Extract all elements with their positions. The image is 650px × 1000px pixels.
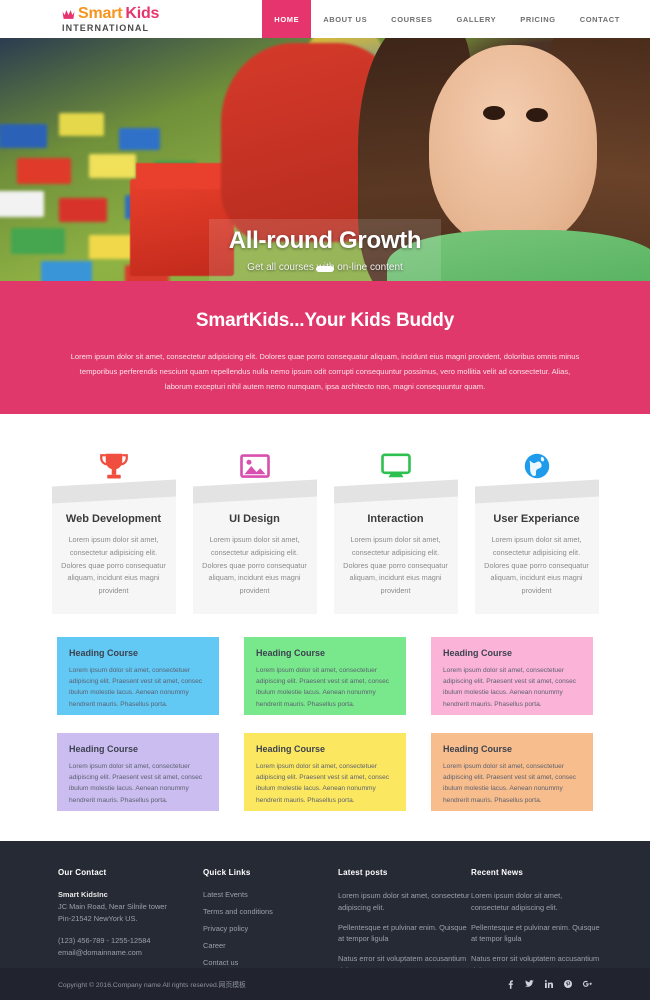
- footer-heading-contact: Our Contact: [58, 867, 107, 877]
- nav-item-contact[interactable]: CONTACT: [568, 0, 632, 38]
- banner-text: Lorem ipsum dolor sit amet, consectetur …: [70, 352, 580, 391]
- footer-heading-quick-links: Quick Links: [203, 867, 251, 877]
- girl-face: [429, 45, 597, 247]
- service-card-interaction[interactable]: Interaction Lorem ipsum dolor sit amet, …: [333, 441, 458, 614]
- course-text: Lorem ipsum dolor sit amet, consectetuer…: [69, 666, 203, 708]
- girl-eye-right: [526, 107, 549, 122]
- logo-text-smart: Smart: [78, 4, 123, 22]
- site-footer: Our Contact Smart KidsInc JC Main Road, …: [0, 840, 650, 1000]
- course-card[interactable]: Heading Course Lorem ipsum dolor sit ame…: [57, 732, 219, 811]
- footer-link-latest-events[interactable]: Latest Events: [203, 890, 338, 899]
- service-card-body: Interaction Lorem ipsum dolor sit amet, …: [333, 479, 458, 614]
- page-root: Smart Kids INTERNATIONAL HOME ABOUT US C…: [0, 0, 650, 1000]
- course-text: Lorem ipsum dolor sit amet, consectetuer…: [256, 666, 390, 708]
- service-card-web-development[interactable]: Web Development Lorem ipsum dolor sit am…: [51, 441, 176, 614]
- intro-banner: SmartKids...Your Kids Buddy Lorem ipsum …: [0, 281, 650, 414]
- course-text: Lorem ipsum dolor sit amet, consectetuer…: [256, 762, 390, 804]
- footer-email[interactable]: email@domainname.com: [58, 947, 203, 959]
- social-links: [507, 979, 592, 989]
- service-card-ui-design[interactable]: UI Design Lorem ipsum dolor sit amet, co…: [192, 441, 317, 614]
- footer-phone: (123) 456-789 - 1255-12584: [58, 936, 151, 946]
- nav-item-pricing[interactable]: PRICING: [508, 0, 567, 38]
- footer-heading-latest-posts: Latest posts: [338, 867, 388, 877]
- footer-link-contact-us[interactable]: Contact us: [203, 958, 338, 967]
- course-text: Lorem ipsum dolor sit amet, consectetuer…: [443, 762, 577, 804]
- footer-link-privacy-policy[interactable]: Privacy policy: [203, 924, 338, 933]
- course-card[interactable]: Heading Course Lorem ipsum dolor sit ame…: [431, 636, 593, 715]
- course-title: Heading Course: [443, 647, 513, 658]
- googleplus-icon[interactable]: [583, 980, 592, 988]
- course-card[interactable]: Heading Course Lorem ipsum dolor sit ame…: [244, 636, 406, 715]
- footer-link-career[interactable]: Career: [203, 941, 338, 950]
- footer-news-item[interactable]: Pellentesque et pulvinar enim. Quisque a…: [471, 922, 601, 946]
- course-title: Heading Course: [256, 647, 326, 658]
- copyright-text: Copyright © 2016.Company name All rights…: [58, 982, 246, 989]
- course-card[interactable]: Heading Course Lorem ipsum dolor sit ame…: [244, 732, 406, 811]
- logo-wordmark: Smart Kids: [62, 4, 160, 22]
- service-title: Interaction: [367, 513, 424, 525]
- pinterest-icon[interactable]: [564, 980, 572, 988]
- course-text: Lorem ipsum dolor sit amet, consectetuer…: [443, 666, 577, 708]
- footer-news-item[interactable]: Lorem ipsum dolor sit amet, consectetur …: [471, 890, 601, 914]
- courses-grid: Heading Course Lorem ipsum dolor sit ame…: [0, 613, 650, 841]
- service-card-user-experiance[interactable]: User Experiance Lorem ipsum dolor sit am…: [474, 441, 599, 614]
- footer-heading-recent-news: Recent News: [471, 867, 523, 877]
- service-text: Lorem ipsum dolor sit amet, consectetur …: [484, 535, 589, 596]
- footer-post-item[interactable]: Pellentesque et pulvinar enim. Quisque a…: [338, 922, 471, 946]
- service-text: Lorem ipsum dolor sit amet, consectetur …: [343, 535, 448, 596]
- nav-item-courses[interactable]: COURSES: [379, 0, 444, 38]
- crown-icon: [62, 8, 75, 19]
- hero-title: All-round Growth: [228, 227, 422, 254]
- service-card-body: User Experiance Lorem ipsum dolor sit am…: [474, 479, 599, 614]
- banner-title: SmartKids...Your Kids Buddy: [195, 310, 455, 331]
- footer-address-line-1: JC Main Road, Near Silnile tower: [58, 901, 167, 911]
- site-header: Smart Kids INTERNATIONAL HOME ABOUT US C…: [0, 0, 650, 38]
- course-card[interactable]: Heading Course Lorem ipsum dolor sit ame…: [57, 636, 219, 715]
- service-text: Lorem ipsum dolor sit amet, consectetur …: [202, 535, 307, 596]
- course-title: Heading Course: [69, 743, 139, 754]
- linkedin-icon[interactable]: [545, 980, 553, 988]
- course-text: Lorem ipsum dolor sit amet, consectetuer…: [69, 762, 203, 804]
- course-card[interactable]: Heading Course Lorem ipsum dolor sit ame…: [431, 732, 593, 811]
- footer-link-terms-and-conditions[interactable]: Terms and conditions: [203, 907, 338, 916]
- course-title: Heading Course: [256, 743, 326, 754]
- service-title: UI Design: [229, 513, 280, 525]
- slider-indicator[interactable]: [316, 266, 334, 272]
- nav-item-about-us[interactable]: ABOUT US: [311, 0, 379, 38]
- main-navigation: HOME ABOUT US COURSES GALLERY PRICING CO…: [262, 0, 650, 38]
- girl-eye-left: [482, 105, 505, 120]
- service-card-body: Web Development Lorem ipsum dolor sit am…: [51, 479, 176, 614]
- service-card-body: UI Design Lorem ipsum dolor sit amet, co…: [192, 479, 317, 614]
- course-title: Heading Course: [69, 647, 139, 658]
- logo-subtitle: INTERNATIONAL: [62, 22, 150, 33]
- logo-text-kids: Kids: [125, 4, 160, 22]
- services-section: Web Development Lorem ipsum dolor sit am…: [0, 414, 650, 614]
- nav-item-gallery[interactable]: GALLERY: [444, 0, 508, 38]
- service-text: Lorem ipsum dolor sit amet, consectetur …: [61, 535, 166, 596]
- twitter-icon[interactable]: [525, 980, 534, 988]
- nav-item-home[interactable]: HOME: [262, 0, 312, 38]
- logo[interactable]: Smart Kids INTERNATIONAL: [0, 0, 159, 38]
- footer-address-line-2: Pin-21542 NewYork US.: [58, 914, 138, 924]
- service-title: User Experiance: [493, 513, 580, 525]
- course-title: Heading Course: [443, 743, 513, 754]
- footer-post-item[interactable]: Lorem ipsum dolor sit amet, consectetur …: [338, 890, 471, 914]
- footer-company-name: Smart KidsInc: [58, 889, 108, 899]
- service-title: Web Development: [65, 513, 162, 525]
- footer-bottom-bar: Copyright © 2016.Company name All rights…: [0, 968, 650, 1000]
- facebook-icon[interactable]: [507, 979, 514, 989]
- hero-slider: All-round Growth Get all courses with on…: [0, 38, 650, 281]
